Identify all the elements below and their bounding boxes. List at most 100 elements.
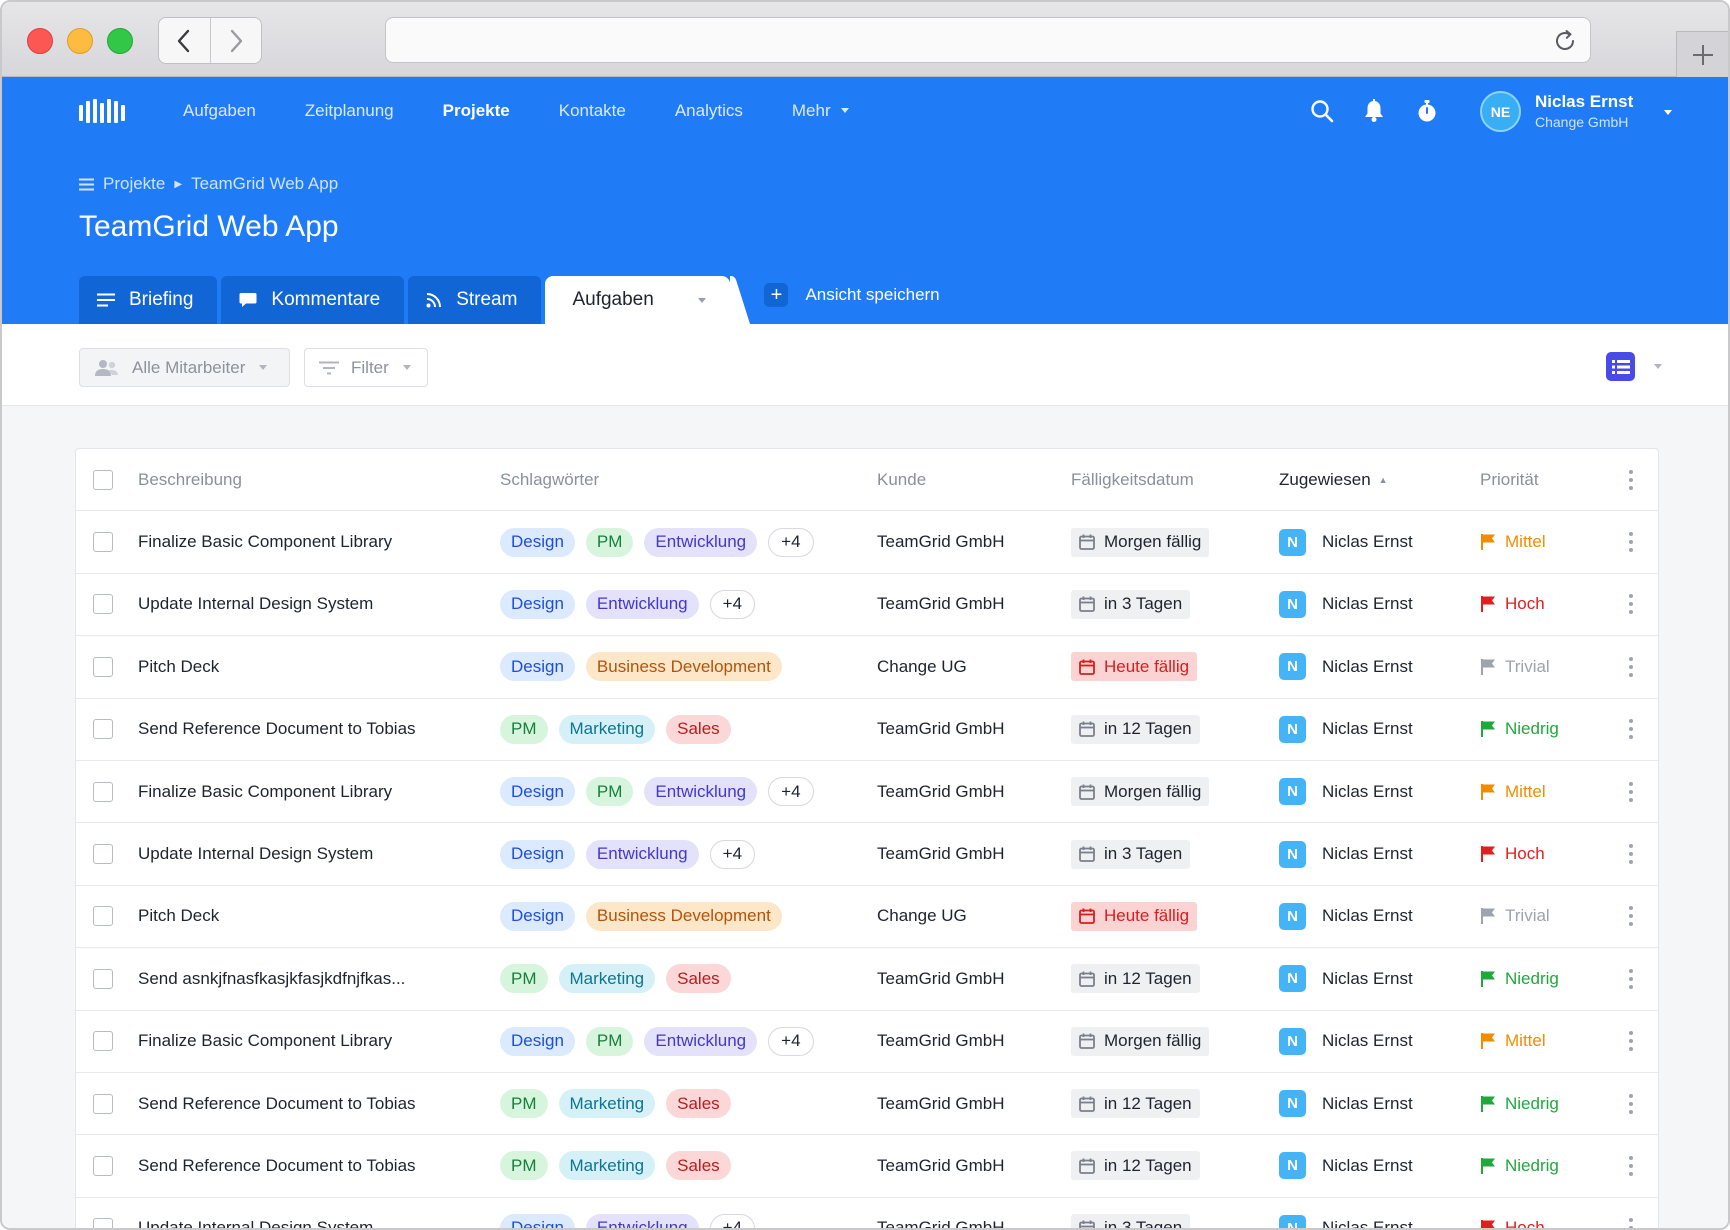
select-all-checkbox[interactable] <box>93 469 113 490</box>
nav-item-projekte[interactable]: Projekte <box>443 101 510 121</box>
row-checkbox[interactable] <box>93 1218 113 1228</box>
members-dropdown[interactable]: Alle Mitarbeiter <box>79 348 290 387</box>
due-date-badge[interactable]: Morgen fällig <box>1071 1026 1210 1056</box>
tag-chip[interactable]: Marketing <box>558 1089 656 1119</box>
tag-chip[interactable]: Design <box>500 839 575 869</box>
task-customer[interactable]: TeamGrid GmbH <box>877 1135 1005 1196</box>
task-priority[interactable]: Niedrig <box>1480 948 1559 1009</box>
task-assignee[interactable]: N Niclas Ernst <box>1279 1198 1413 1228</box>
task-customer[interactable]: TeamGrid GmbH <box>877 948 1005 1009</box>
tag-chip[interactable]: Sales <box>666 1151 731 1181</box>
tag-chip[interactable]: Design <box>500 777 575 807</box>
task-description[interactable]: Update Internal Design System <box>138 574 373 635</box>
close-window-button[interactable] <box>27 28 53 54</box>
row-menu-button[interactable] <box>1616 636 1646 697</box>
task-assignee[interactable]: N Niclas Ernst <box>1279 823 1413 884</box>
due-date-badge[interactable]: Heute fällig <box>1071 901 1198 931</box>
table-row[interactable]: Send Reference Document to Tobias PM Marke… <box>76 699 1658 761</box>
task-description[interactable]: Send Reference Document to Tobias <box>138 699 416 760</box>
nav-item-aufgaben[interactable]: Aufgaben <box>183 101 256 121</box>
tag-chip[interactable]: Marketing <box>558 1151 656 1181</box>
minimize-window-button[interactable] <box>67 28 93 54</box>
task-description[interactable]: Update Internal Design System <box>138 823 373 884</box>
column-menu-button[interactable] <box>1616 449 1646 510</box>
task-description[interactable]: Send Reference Document to Tobias <box>138 1135 416 1196</box>
row-checkbox[interactable] <box>93 532 113 553</box>
task-priority[interactable]: Mittel <box>1480 761 1546 822</box>
tag-chip[interactable]: Design <box>500 589 575 619</box>
table-row[interactable]: Update Internal Design System Design Entwi… <box>76 1198 1658 1228</box>
task-priority[interactable]: Hoch <box>1480 574 1545 635</box>
task-priority[interactable]: Hoch <box>1480 823 1545 884</box>
table-row[interactable]: Pitch Deck Design Business Development Chan… <box>76 636 1658 699</box>
row-menu-button[interactable] <box>1616 823 1646 884</box>
more-tags-chip[interactable]: +4 <box>768 777 814 807</box>
task-assignee[interactable]: N Niclas Ernst <box>1279 511 1413 572</box>
user-menu-caret-icon[interactable] <box>1664 110 1672 115</box>
column-header-priority[interactable]: Priorität <box>1480 449 1539 510</box>
nav-item-kontakte[interactable]: Kontakte <box>559 101 626 121</box>
hamburger-icon[interactable] <box>79 178 94 191</box>
filter-dropdown[interactable]: Filter <box>304 348 428 387</box>
table-row[interactable]: Pitch Deck Design Business Development Chan… <box>76 886 1658 949</box>
column-header-assigned[interactable]: Zugewiesen ▲ <box>1279 449 1388 510</box>
row-checkbox[interactable] <box>93 844 113 865</box>
tab-stream[interactable]: Stream <box>408 276 542 324</box>
row-menu-button[interactable] <box>1616 1198 1646 1228</box>
tag-chip[interactable]: Entwicklung <box>644 527 758 557</box>
task-customer[interactable]: TeamGrid GmbH <box>877 511 1005 572</box>
tag-chip[interactable]: Design <box>500 1026 575 1056</box>
address-bar[interactable] <box>385 17 1591 63</box>
more-tags-chip[interactable]: +4 <box>709 839 756 869</box>
due-date-badge[interactable]: in 12 Tagen <box>1071 1089 1200 1119</box>
nav-item-mehr[interactable]: Mehr <box>792 101 849 121</box>
table-row[interactable]: Finalize Basic Component Library Design PM… <box>76 1011 1658 1073</box>
tag-chip[interactable]: Entwicklung <box>585 589 699 619</box>
tag-chip[interactable]: Entwicklung <box>585 1213 699 1228</box>
column-header-description[interactable]: Beschreibung <box>138 449 242 510</box>
task-priority[interactable]: Niedrig <box>1480 699 1559 760</box>
task-description[interactable]: Send asnkjfnasfkasjkfasjkdfnjfkas... <box>138 948 405 1009</box>
task-priority[interactable]: Niedrig <box>1480 1073 1559 1134</box>
task-assignee[interactable]: N Niclas Ernst <box>1279 1135 1413 1196</box>
task-customer[interactable]: TeamGrid GmbH <box>877 761 1005 822</box>
tab-aufgaben[interactable]: Aufgaben <box>545 276 731 324</box>
row-checkbox[interactable] <box>93 719 113 740</box>
more-tags-chip[interactable]: +4 <box>768 527 814 557</box>
tag-chip[interactable]: Marketing <box>558 714 656 744</box>
more-tags-chip[interactable]: +4 <box>768 1026 814 1056</box>
task-customer[interactable]: TeamGrid GmbH <box>877 823 1005 884</box>
tag-chip[interactable]: Sales <box>666 964 731 994</box>
row-menu-button[interactable] <box>1616 948 1646 1009</box>
tag-chip[interactable]: Entwicklung <box>585 839 699 869</box>
task-priority[interactable]: Hoch <box>1480 1198 1545 1228</box>
table-row[interactable]: Finalize Basic Component Library Design PM… <box>76 511 1658 574</box>
row-checkbox[interactable] <box>93 968 113 989</box>
task-assignee[interactable]: N Niclas Ernst <box>1279 574 1413 635</box>
tag-chip[interactable]: PM <box>500 1151 548 1181</box>
row-menu-button[interactable] <box>1616 886 1646 947</box>
tag-chip[interactable]: Design <box>500 527 575 557</box>
task-priority[interactable]: Mittel <box>1480 1011 1546 1072</box>
row-checkbox[interactable] <box>93 1031 113 1052</box>
row-checkbox[interactable] <box>93 781 113 802</box>
task-assignee[interactable]: N Niclas Ernst <box>1279 948 1413 1009</box>
tag-chip[interactable]: Business Development <box>585 901 782 931</box>
stopwatch-icon[interactable] <box>1414 98 1440 124</box>
task-priority[interactable]: Niedrig <box>1480 1135 1559 1196</box>
tag-chip[interactable]: Design <box>500 652 575 682</box>
breadcrumb-root[interactable]: Projekte <box>103 174 165 194</box>
more-tags-chip[interactable]: +4 <box>709 1213 756 1228</box>
task-priority[interactable]: Trivial <box>1480 886 1550 947</box>
tag-chip[interactable]: PM <box>500 714 548 744</box>
due-date-badge[interactable]: Morgen fällig <box>1071 777 1210 807</box>
row-menu-button[interactable] <box>1616 1073 1646 1134</box>
column-header-due[interactable]: Fälligkeitsdatum <box>1071 449 1194 510</box>
table-row[interactable]: Send asnkjfnasfkasjkfasjkdfnjfkas... PM Ma… <box>76 948 1658 1011</box>
due-date-badge[interactable]: in 12 Tagen <box>1071 1151 1200 1181</box>
tag-chip[interactable]: Design <box>500 901 575 931</box>
task-assignee[interactable]: N Niclas Ernst <box>1279 699 1413 760</box>
row-menu-button[interactable] <box>1616 1135 1646 1196</box>
row-checkbox[interactable] <box>93 594 113 615</box>
row-menu-button[interactable] <box>1616 1011 1646 1072</box>
